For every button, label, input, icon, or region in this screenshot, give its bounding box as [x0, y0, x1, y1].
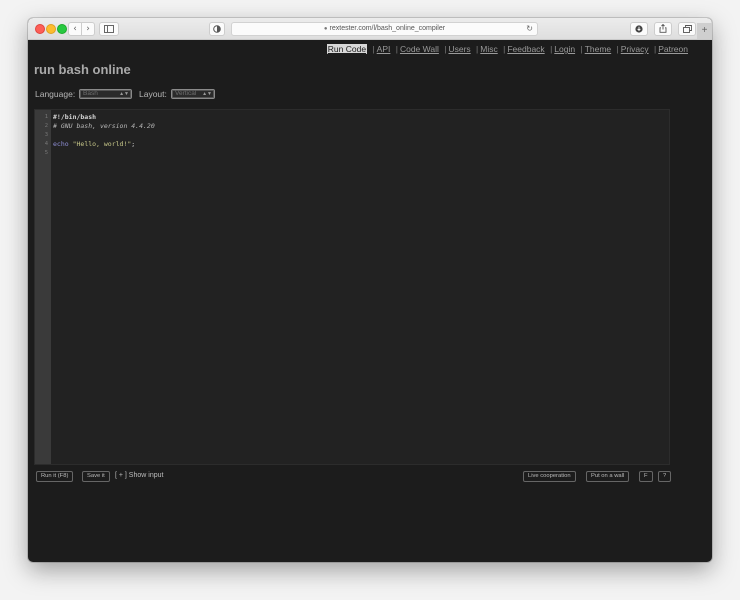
- nav-separator: |: [476, 44, 479, 54]
- nav-login[interactable]: Login: [554, 44, 575, 54]
- line-number: 3: [44, 132, 48, 138]
- nav-misc[interactable]: Misc: [480, 44, 497, 54]
- share-icon[interactable]: [654, 22, 672, 36]
- line-number: 5: [44, 150, 48, 156]
- browser-toolbar: ‹ › ● rextester.com/l/bash_online_compile…: [28, 18, 712, 40]
- page-title: run bash online: [34, 62, 131, 77]
- nav-users[interactable]: Users: [448, 44, 470, 54]
- address-bar[interactable]: ● rextester.com/l/bash_online_compiler ↻: [231, 22, 538, 36]
- nav-separator: |: [395, 44, 398, 54]
- nav-api[interactable]: API: [377, 44, 391, 54]
- line-number-gutter: 1 2 3 4 5: [35, 110, 51, 464]
- privacy-shield-icon[interactable]: [209, 22, 225, 36]
- nav-separator: |: [550, 44, 553, 54]
- select-arrows-icon: ▲▼: [202, 91, 212, 97]
- line-number: 1: [44, 114, 48, 120]
- close-window-button[interactable]: [35, 24, 45, 34]
- show-input-toggle[interactable]: [ + ] Show input: [115, 472, 163, 479]
- nav-code-wall[interactable]: Code Wall: [400, 44, 439, 54]
- code-line-shebang: #!/bin/bash: [53, 113, 97, 121]
- zoom-window-button[interactable]: [57, 24, 67, 34]
- minimize-window-button[interactable]: [46, 24, 56, 34]
- code-string: "Hello, world!": [72, 140, 132, 148]
- line-number: 4: [44, 141, 48, 147]
- nav-separator: |: [654, 44, 657, 54]
- code-keyword: echo: [53, 140, 69, 148]
- code-content[interactable]: #!/bin/bash # GNU bash, version 4.4.20 ec…: [53, 113, 155, 158]
- lock-icon: ●: [323, 26, 328, 32]
- layout-select-value: Vertical: [175, 90, 197, 97]
- nav-separator: |: [444, 44, 447, 54]
- help-button[interactable]: ?: [658, 471, 672, 482]
- top-navigation: Run Code | API | Code Wall | Users | Misc | F…: [326, 44, 688, 54]
- url-text: rextester.com/l/bash_online_compiler: [329, 25, 446, 32]
- code-line-comment: # GNU bash, version 4.4.20: [53, 122, 155, 130]
- nav-theme[interactable]: Theme: [585, 44, 611, 54]
- nav-separator: |: [616, 44, 619, 54]
- download-icon[interactable]: [630, 22, 648, 36]
- run-button[interactable]: Run it (F8): [36, 471, 74, 482]
- layout-select[interactable]: Vertical ▲▼: [171, 89, 215, 99]
- nav-feedback[interactable]: Feedback: [507, 44, 544, 54]
- sidebar-toggle-icon[interactable]: [99, 22, 119, 36]
- back-icon[interactable]: ‹: [68, 22, 82, 36]
- nav-run-code[interactable]: Run Code: [326, 44, 368, 54]
- language-select-value: Bash: [83, 90, 98, 97]
- nav-separator: |: [580, 44, 583, 54]
- new-tab-button[interactable]: +: [697, 23, 712, 39]
- f-button[interactable]: F: [639, 471, 653, 482]
- line-number: 2: [44, 123, 48, 129]
- live-cooperation-button[interactable]: Live cooperation: [523, 471, 576, 482]
- forward-icon[interactable]: ›: [81, 22, 95, 36]
- code-semicolon: ;: [131, 140, 136, 148]
- code-line-echo: echo "Hello, world!";: [53, 140, 155, 149]
- save-button[interactable]: Save it: [82, 471, 110, 482]
- language-label: Language:: [35, 89, 76, 99]
- browser-window: ‹ › ● rextester.com/l/bash_online_compile…: [28, 18, 712, 562]
- put-on-wall-button[interactable]: Put on a wall: [586, 471, 630, 482]
- layout-label: Layout:: [139, 89, 167, 99]
- language-select[interactable]: Bash ▲▼: [79, 89, 132, 99]
- nav-patreon[interactable]: Patreon: [658, 44, 688, 54]
- tab-overview-icon[interactable]: [678, 22, 696, 36]
- reload-icon[interactable]: ↻: [526, 23, 533, 35]
- code-editor[interactable]: 1 2 3 4 5 #!/bin/bash # GNU bash, version…: [34, 109, 670, 465]
- nav-separator: |: [503, 44, 506, 54]
- nav-privacy[interactable]: Privacy: [621, 44, 649, 54]
- select-arrows-icon: ▲▼: [119, 91, 129, 97]
- nav-separator: |: [372, 44, 375, 54]
